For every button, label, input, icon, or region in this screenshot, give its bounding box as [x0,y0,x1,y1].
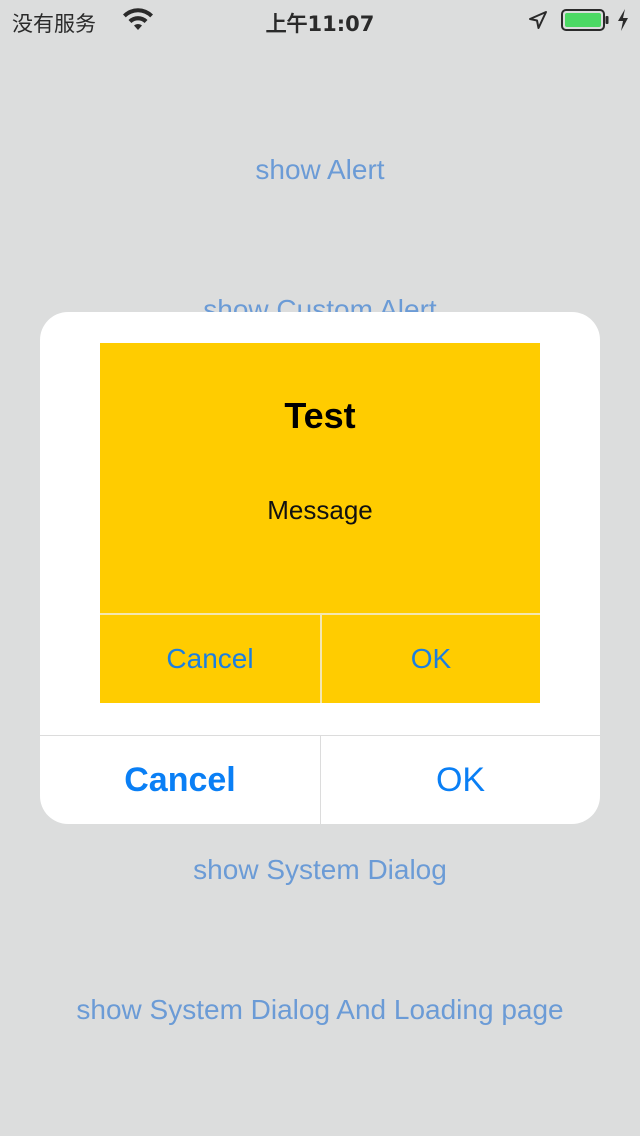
show-alert-link[interactable]: show Alert [0,154,640,186]
show-system-dialog-link[interactable]: show System Dialog [0,854,640,886]
status-bar: 没有服务 上午11:07 [0,0,640,40]
custom-alert-view: Test Message Cancel OK [100,343,540,703]
custom-ok-button[interactable]: OK [322,615,540,703]
custom-alert-message: Message [267,495,373,525]
charging-bolt-icon [616,8,630,32]
alert-cancel-button[interactable]: Cancel [40,736,320,824]
alert-dialog: Test Message Cancel OK Cancel OK [40,312,600,824]
app-screen: show Alert show Custom Alert show System… [0,0,640,1136]
custom-cancel-button[interactable]: Cancel [100,615,320,703]
battery-icon [561,9,609,31]
show-system-dialog-loading-link[interactable]: show System Dialog And Loading page [0,994,640,1026]
alert-ok-button[interactable]: OK [321,736,600,824]
custom-alert-title: Test [284,395,356,436]
location-arrow-icon [528,10,548,30]
